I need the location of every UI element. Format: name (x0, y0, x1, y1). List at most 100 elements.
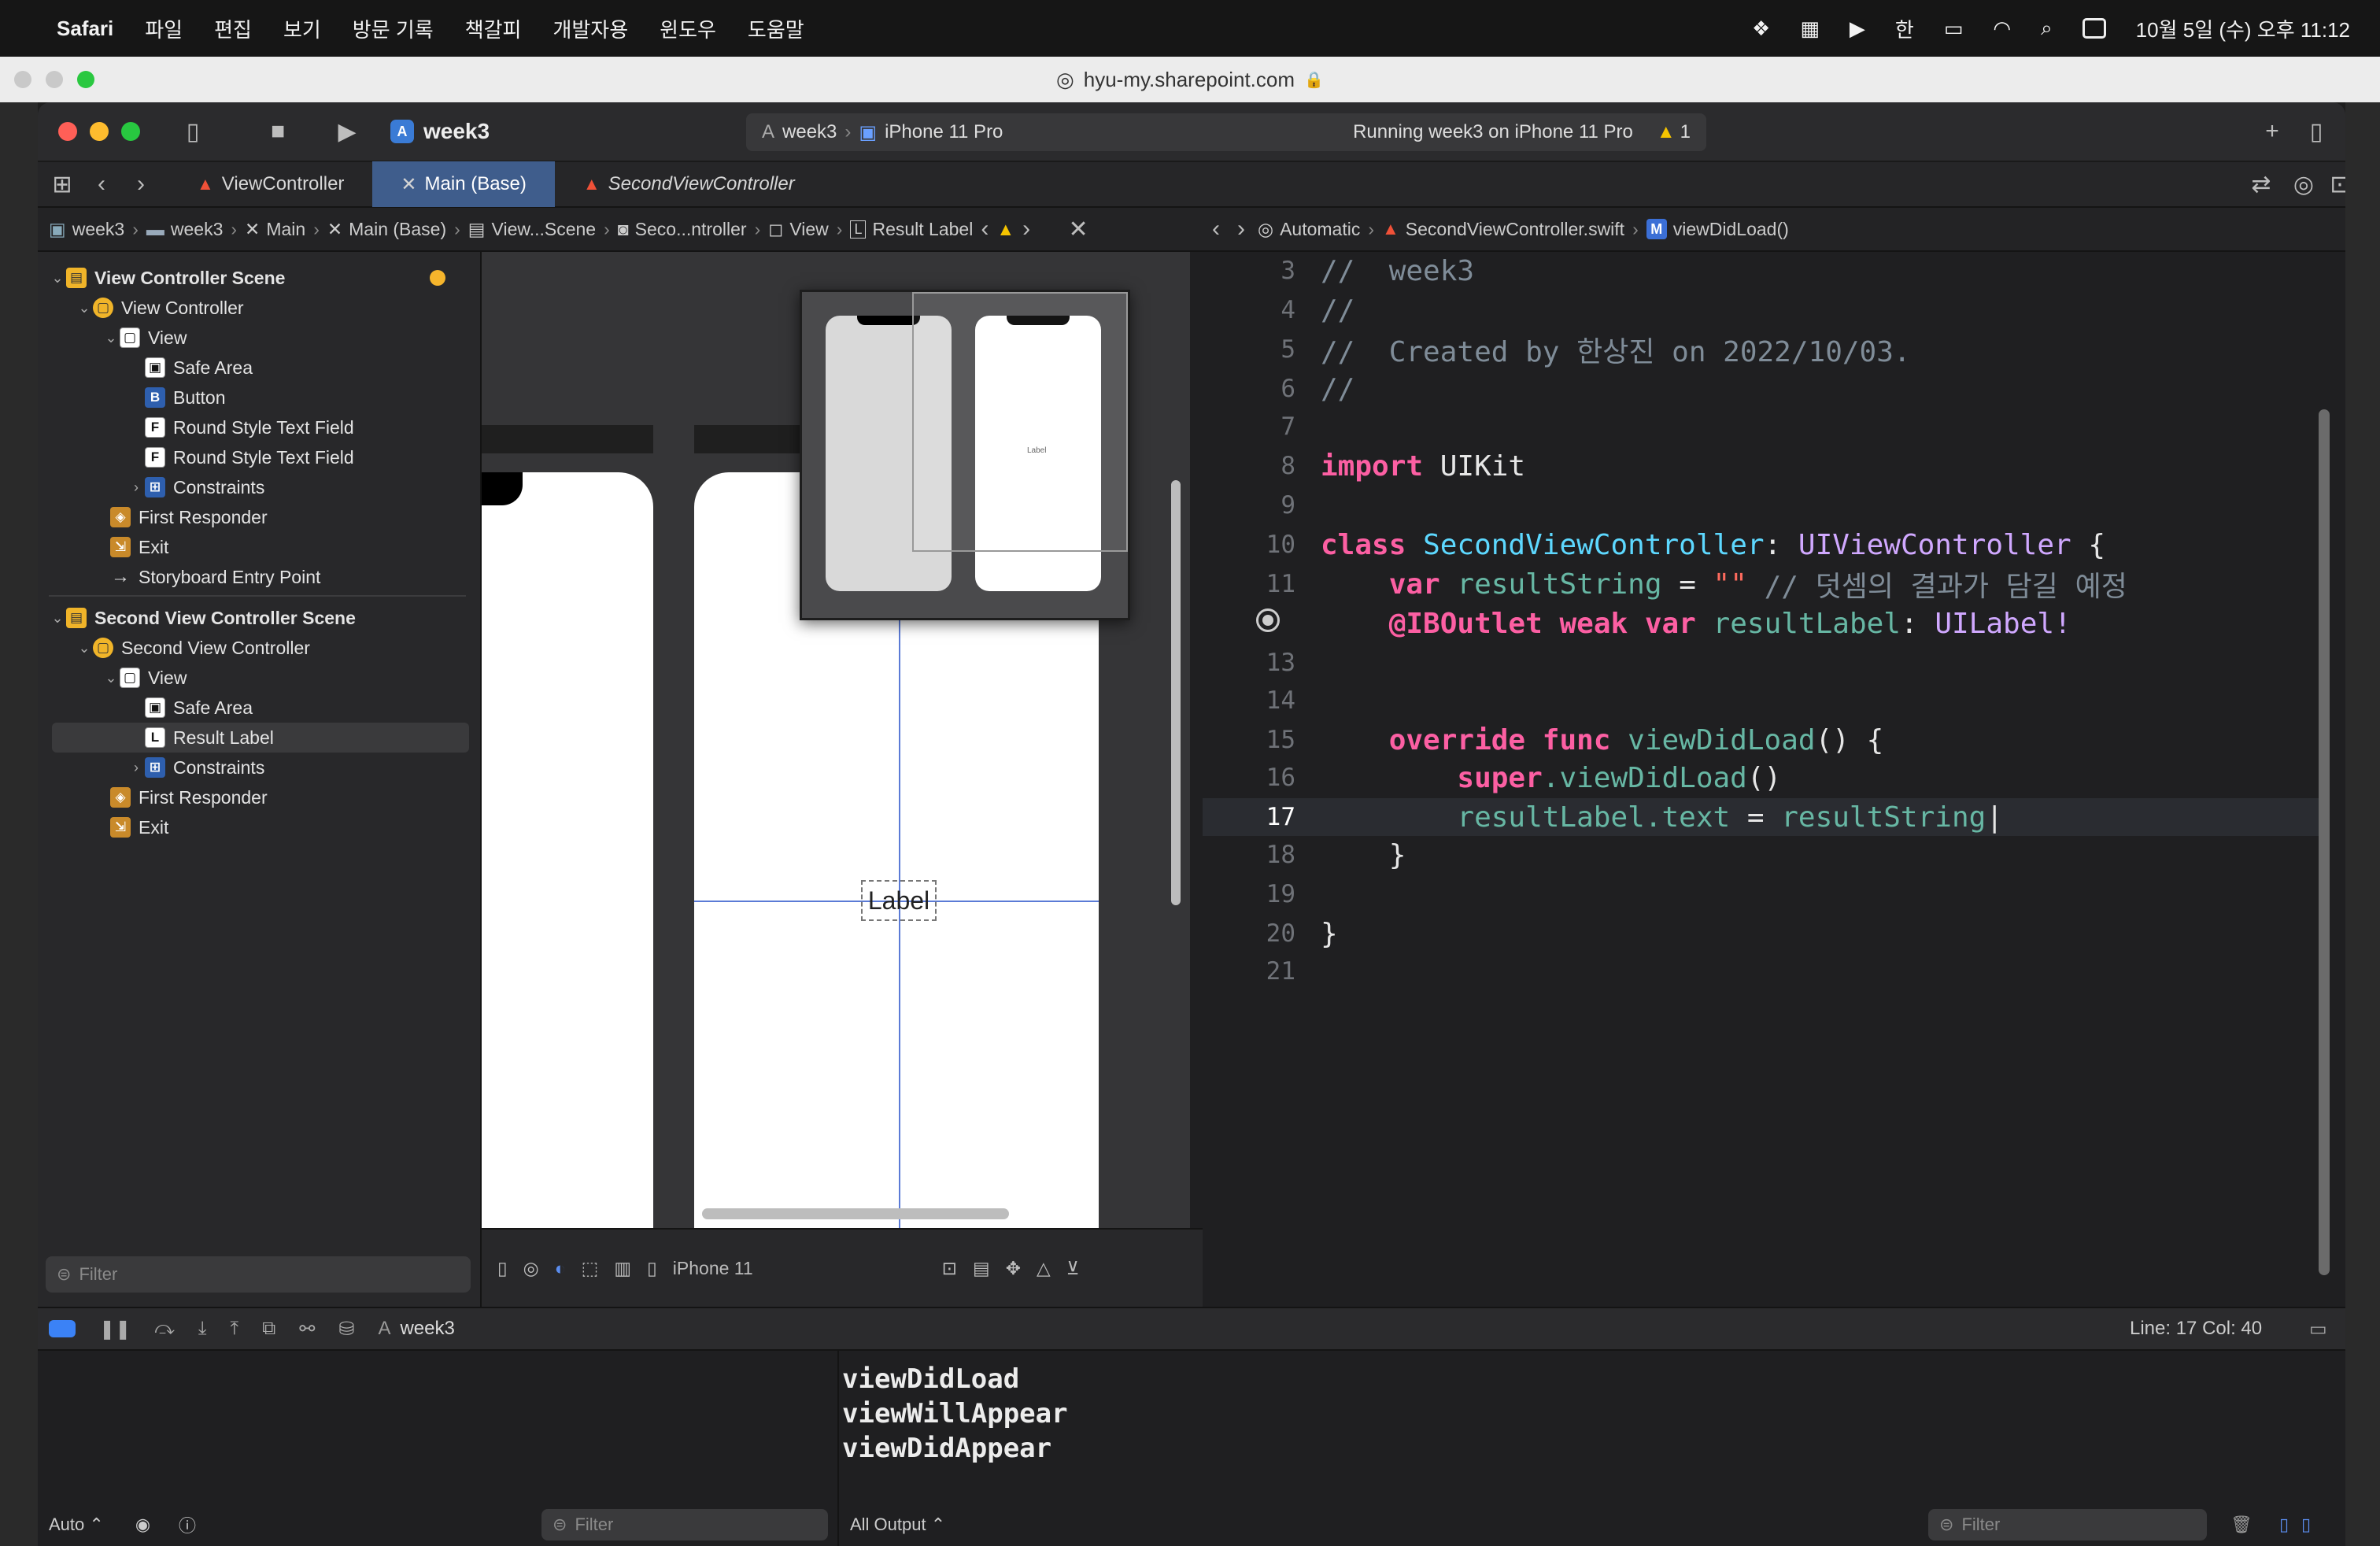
outline-vc[interactable]: ⌄ ▢ View Controller (38, 293, 479, 323)
outline-filter-input[interactable]: ⊜ Filter (46, 1256, 471, 1293)
memory-graph-icon[interactable]: ⚯ (299, 1318, 315, 1341)
console-filter-input[interactable]: ⊜ Filter (1928, 1509, 2207, 1540)
hide-debug-area-icon[interactable]: ▭ (2309, 1318, 2327, 1341)
pause-icon[interactable]: ❚❚ (99, 1318, 131, 1341)
outline-result-label[interactable]: L Result Label (52, 723, 469, 753)
disclosure-right-icon[interactable]: › (128, 760, 145, 776)
crumb-scene[interactable]: ▤ View...Scene (468, 219, 596, 240)
menu-file[interactable]: 파일 (145, 14, 183, 43)
back-arrow-icon[interactable]: ‹ (1203, 216, 1229, 242)
code-line[interactable]: 10 class SecondViewController: UIViewCont… (1203, 526, 2320, 564)
outline-entry-point[interactable]: → Storyboard Entry Point (38, 562, 479, 592)
outline-constraints-2[interactable]: › ⊞ Constraints (38, 753, 479, 782)
canvas-horizontal-scrollbar[interactable] (702, 1208, 1009, 1219)
menu-window[interactable]: 윈도우 (660, 14, 716, 43)
minimize-button[interactable] (90, 122, 109, 141)
tab-main-base[interactable]: ✕ Main (Base) (372, 161, 555, 207)
code-line[interactable]: 13 (1203, 644, 2320, 682)
code-editor[interactable]: 3// week3 4// 5// Created by 한상진 on 2022… (1203, 252, 2345, 1307)
dropbox-icon[interactable]: ❖ (1752, 17, 1770, 41)
swap-icon[interactable]: ⇄ (2241, 171, 2281, 198)
close-editor-icon[interactable]: ✕ (1059, 216, 1098, 243)
outline-first-responder-1[interactable]: ◈ First Responder (38, 502, 479, 532)
debug-target[interactable]: week3 (400, 1318, 454, 1340)
tab-viewcontroller[interactable]: ▲ ViewController (168, 161, 372, 207)
code-line[interactable]: 4// (1203, 291, 2320, 329)
menu-app-name[interactable]: Safari (57, 17, 113, 41)
warning-count[interactable]: 1 (1680, 121, 1691, 143)
inspector-toggle-icon[interactable]: ▯ (2297, 118, 2336, 146)
code-line[interactable]: 21 (1203, 952, 2320, 990)
display-icon[interactable]: ▦ (1800, 17, 1820, 41)
resolve-issues-icon[interactable]: △ (1037, 1258, 1051, 1279)
tab-secondviewcontroller[interactable]: ▲ SecondViewController (555, 161, 823, 207)
trash-icon[interactable]: 🗑 (2230, 1515, 2252, 1535)
crumb-automatic[interactable]: ◎ Automatic (1258, 219, 1360, 240)
align-icon[interactable]: ▤ (973, 1258, 990, 1279)
code-line[interactable]: 7 (1203, 408, 2320, 446)
close-button[interactable] (58, 122, 77, 141)
zoom-fit-icon[interactable]: ⊡ (942, 1258, 957, 1279)
variables-pane-toggle[interactable]: ▯ (2279, 1515, 2289, 1535)
prev-issue-icon[interactable]: ‹ (973, 216, 996, 242)
crumb-main[interactable]: ✕ Main (245, 219, 305, 240)
result-label-on-canvas[interactable]: Label (861, 880, 937, 921)
scene-dock-1[interactable] (482, 425, 653, 453)
code-line[interactable]: 15 override func viewDidLoad() { (1203, 721, 2320, 759)
auto-select[interactable]: Auto ⌃ (49, 1515, 104, 1535)
crumb-swift-file[interactable]: ▲ SecondViewController.swift (1382, 219, 1624, 240)
canvas-vertical-scrollbar[interactable] (1171, 480, 1181, 905)
menu-help[interactable]: 도움말 (748, 14, 804, 43)
code-line[interactable]: 16 super .viewDidLoad() (1203, 759, 2320, 797)
code-line[interactable]: 19 (1203, 875, 2320, 913)
breakpoints-toggle[interactable] (49, 1320, 76, 1337)
next-issue-icon[interactable]: › (1014, 216, 1038, 242)
safari-close-button[interactable] (14, 71, 31, 88)
environment-icon[interactable]: ⛁ (338, 1318, 354, 1341)
run-icon[interactable]: ▶ (327, 118, 367, 146)
step-over-icon[interactable]: ⤼ (154, 1318, 175, 1340)
zoom-button[interactable] (121, 122, 140, 141)
editor-scrollbar[interactable] (2319, 409, 2330, 1275)
assistant-icon[interactable]: ◎ (2284, 171, 2323, 198)
code-line[interactable]: 9 (1203, 486, 2320, 524)
warning-icon[interactable]: ▲ (996, 219, 1014, 240)
output-select[interactable]: All Output ⌃ (850, 1515, 945, 1535)
storyboard-canvas[interactable]: Label Label (482, 252, 1190, 1228)
forward-arrow-icon[interactable]: › (1228, 216, 1255, 242)
outline-exit-2[interactable]: ⇲ Exit (38, 812, 479, 842)
add-icon[interactable]: + (2252, 118, 2292, 145)
outline-toggle-icon[interactable]: ▯ (497, 1258, 508, 1279)
menu-clock[interactable]: 10월 5일 (수) 오후 11:12 (2136, 14, 2350, 43)
menu-edit[interactable]: 편집 (214, 14, 252, 43)
disclosure-down-icon[interactable]: ⌄ (102, 330, 120, 346)
menu-bookmarks[interactable]: 책갈피 (465, 14, 522, 43)
step-into-icon[interactable]: ⤓ (198, 1318, 207, 1340)
code-line[interactable]: @IBOutlet weak var resultLabel: UILabel! (1203, 605, 2320, 642)
variables-filter-input[interactable]: ⊜ Filter (541, 1509, 828, 1540)
menu-view[interactable]: 보기 (283, 14, 321, 43)
outline-exit-1[interactable]: ⇲ Exit (38, 532, 479, 562)
info-icon[interactable]: ⓘ (179, 1512, 196, 1537)
console-pane-toggle[interactable]: ▯ (2301, 1515, 2311, 1535)
first-scene-view[interactable] (482, 472, 653, 1228)
disclosure-down-icon[interactable]: ⌄ (76, 300, 93, 316)
warning-icon[interactable]: ▲ (1657, 121, 1676, 143)
accessibility-icon[interactable]: ◎ (523, 1258, 539, 1279)
step-out-icon[interactable]: ⤒ (230, 1318, 238, 1340)
safari-minimize-button[interactable] (46, 71, 63, 88)
back-arrow-icon[interactable]: ‹ (82, 171, 121, 198)
outline-safe-area-2[interactable]: ▣ Safe Area (38, 693, 479, 723)
outline-button[interactable]: B Button (38, 383, 479, 412)
sidebar-toggle-icon[interactable]: ▯ (173, 118, 213, 146)
disclosure-down-icon[interactable]: ⌄ (76, 640, 93, 656)
code-line[interactable]: 8 import UIKit (1203, 447, 2320, 485)
control-center-icon[interactable] (2082, 18, 2106, 39)
code-line[interactable]: 20} (1203, 915, 2320, 952)
scheme-selector[interactable]: A week3 (390, 119, 490, 144)
outline-svc-scene[interactable]: ⌄ ▤ Second View Controller Scene (38, 603, 479, 633)
outline-safe-area[interactable]: ▣ Safe Area (38, 353, 479, 383)
disclosure-down-icon[interactable]: ⌄ (49, 610, 66, 627)
crumb-view[interactable]: ◻ View (768, 219, 829, 240)
play-circle-icon[interactable]: ▶ (1850, 17, 1865, 41)
